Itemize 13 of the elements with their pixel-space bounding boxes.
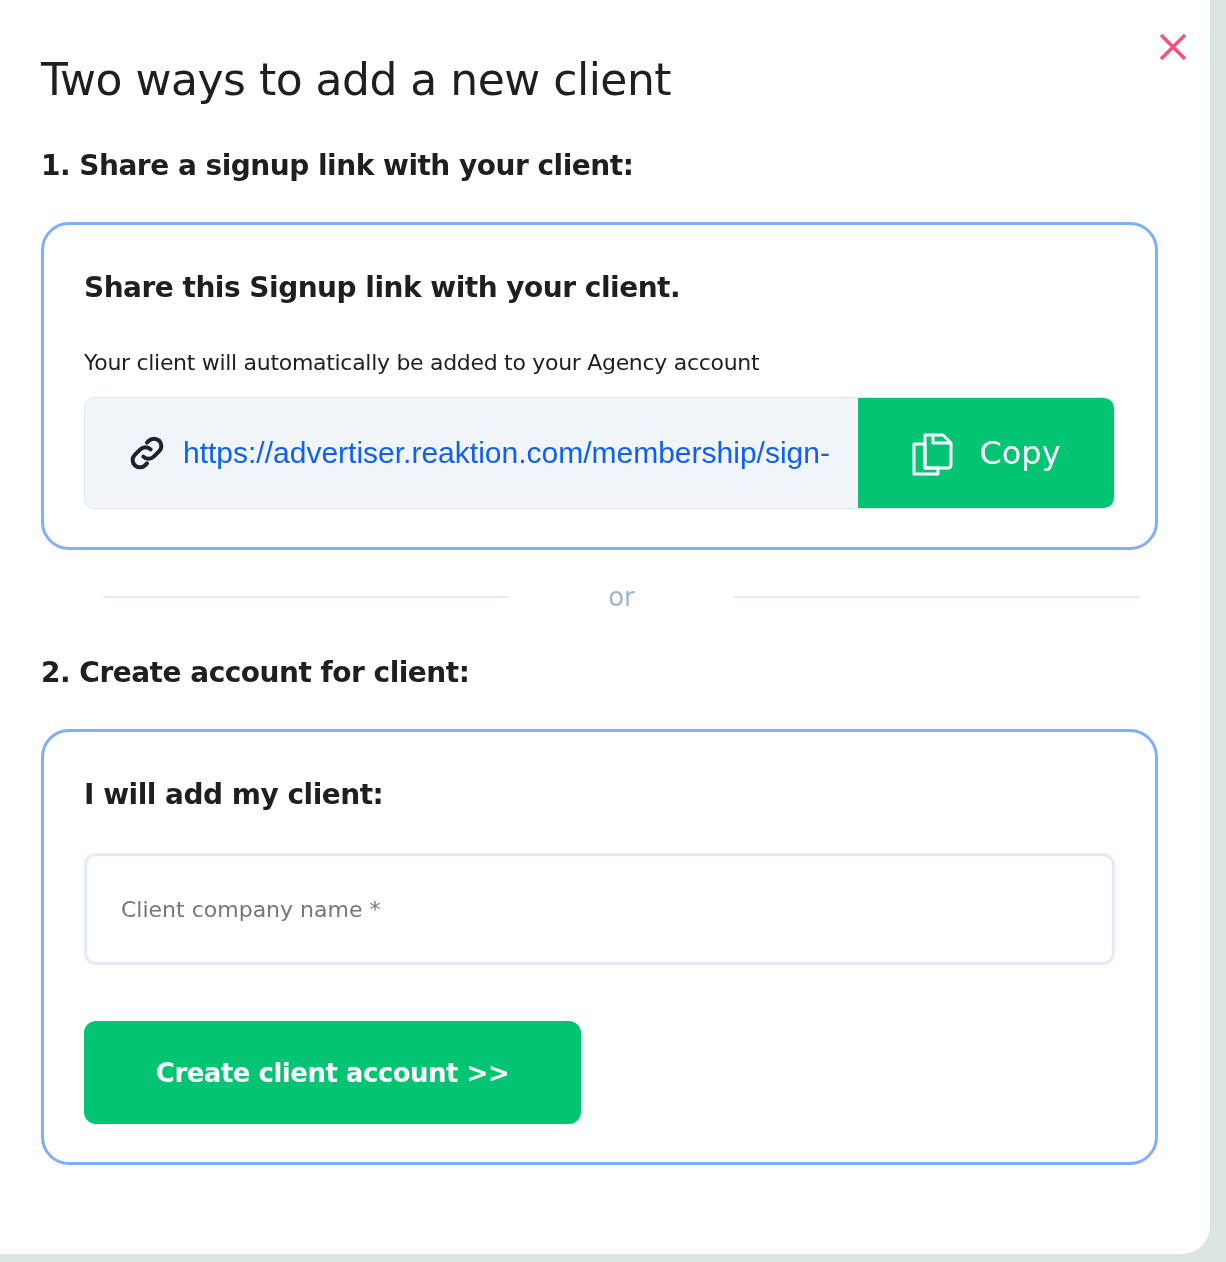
card-title: I will add my client: bbox=[84, 778, 385, 811]
divider-text: or bbox=[608, 582, 635, 612]
signup-link[interactable]: https://advertiser.reaktion.com/membership/sign- bbox=[183, 436, 830, 470]
section-heading: 2. Create account for client: bbox=[41, 656, 471, 689]
dialog-title: Two ways to add a new client bbox=[41, 54, 672, 105]
close-button[interactable] bbox=[1158, 32, 1188, 62]
create-account-button[interactable]: Create client account >> bbox=[84, 1021, 581, 1124]
section-heading: 1. Share a signup link with your client: bbox=[41, 149, 635, 182]
description-text: Your client will automatically be added to your Agency account bbox=[84, 350, 761, 375]
card-title: Share this Signup link with your client. bbox=[84, 271, 682, 304]
close-icon bbox=[1158, 32, 1188, 62]
company-name-field[interactable]: Client company name * bbox=[84, 853, 1115, 965]
copy-button[interactable]: Copy bbox=[858, 398, 1114, 508]
